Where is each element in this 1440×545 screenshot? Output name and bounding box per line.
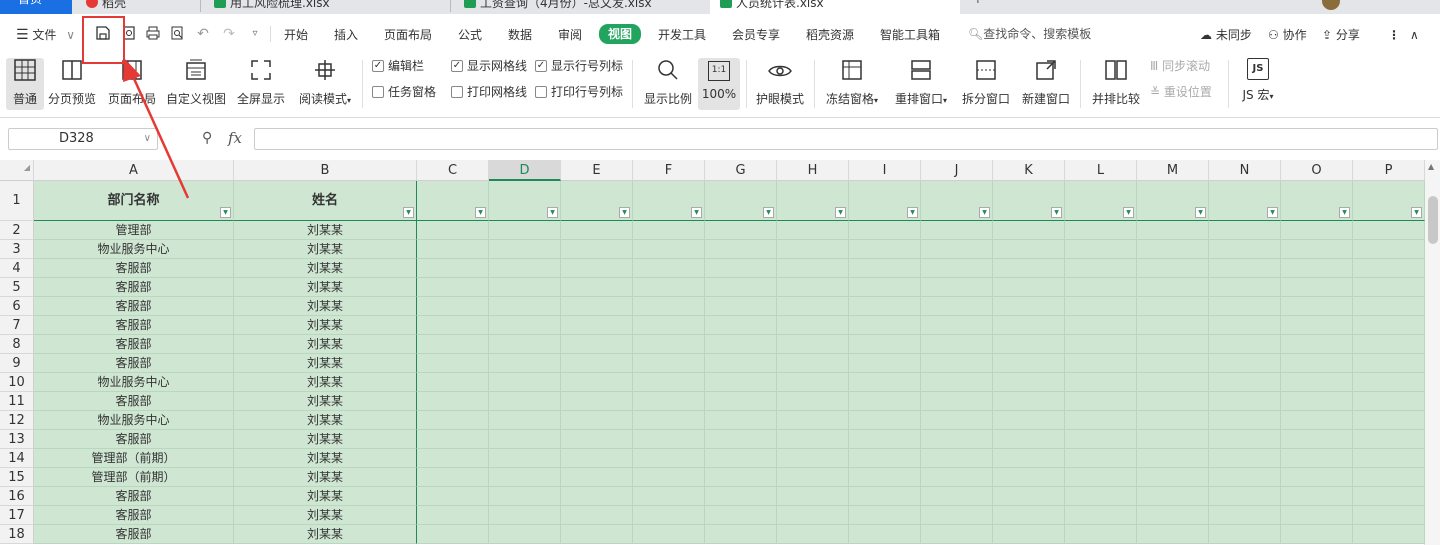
annotation-arrow <box>123 58 190 199</box>
wps-spreadsheet-window: 首页 稻壳 用工风险梳理.xlsx 工资查询（4月份）-总文发.xlsx 人员统… <box>0 0 1440 545</box>
